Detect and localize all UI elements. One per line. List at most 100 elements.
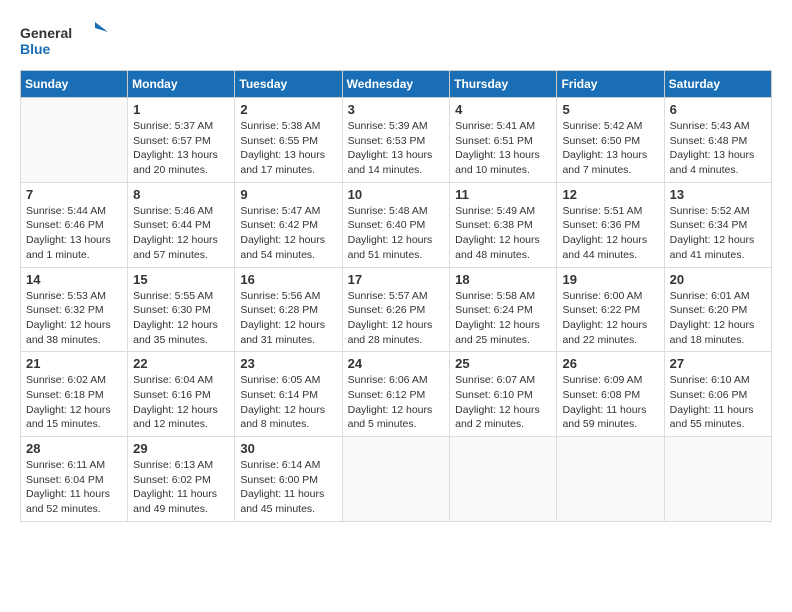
day-detail: Sunrise: 6:14 AM Sunset: 6:00 PM Dayligh… [240, 458, 336, 517]
calendar-week-row: 21 Sunrise: 6:02 AM Sunset: 6:18 PM Dayli… [21, 352, 772, 437]
calendar-cell [342, 437, 450, 522]
day-detail: Sunrise: 6:09 AM Sunset: 6:08 PM Dayligh… [562, 373, 658, 432]
day-detail: Sunrise: 5:52 AM Sunset: 6:34 PM Dayligh… [670, 204, 766, 263]
day-detail: Sunrise: 5:38 AM Sunset: 6:55 PM Dayligh… [240, 119, 336, 178]
day-detail: Sunrise: 6:02 AM Sunset: 6:18 PM Dayligh… [26, 373, 122, 432]
day-detail: Sunrise: 5:58 AM Sunset: 6:24 PM Dayligh… [455, 289, 551, 348]
calendar-cell [21, 98, 128, 183]
day-detail: Sunrise: 6:07 AM Sunset: 6:10 PM Dayligh… [455, 373, 551, 432]
calendar-cell: 18 Sunrise: 5:58 AM Sunset: 6:24 PM Dayli… [450, 267, 557, 352]
logo-svg: General Blue [20, 20, 110, 60]
calendar-week-row: 28 Sunrise: 6:11 AM Sunset: 6:04 PM Dayli… [21, 437, 772, 522]
day-number: 28 [26, 441, 122, 456]
calendar-cell: 15 Sunrise: 5:55 AM Sunset: 6:30 PM Dayli… [128, 267, 235, 352]
day-detail: Sunrise: 6:10 AM Sunset: 6:06 PM Dayligh… [670, 373, 766, 432]
day-number: 27 [670, 356, 766, 371]
day-number: 30 [240, 441, 336, 456]
day-number: 17 [348, 272, 445, 287]
calendar-cell: 17 Sunrise: 5:57 AM Sunset: 6:26 PM Dayli… [342, 267, 450, 352]
calendar-cell: 8 Sunrise: 5:46 AM Sunset: 6:44 PM Daylig… [128, 182, 235, 267]
day-detail: Sunrise: 5:39 AM Sunset: 6:53 PM Dayligh… [348, 119, 445, 178]
calendar-cell: 19 Sunrise: 6:00 AM Sunset: 6:22 PM Dayli… [557, 267, 664, 352]
day-number: 22 [133, 356, 229, 371]
day-detail: Sunrise: 5:55 AM Sunset: 6:30 PM Dayligh… [133, 289, 229, 348]
day-detail: Sunrise: 5:57 AM Sunset: 6:26 PM Dayligh… [348, 289, 445, 348]
day-number: 9 [240, 187, 336, 202]
calendar-cell [664, 437, 771, 522]
day-detail: Sunrise: 5:42 AM Sunset: 6:50 PM Dayligh… [562, 119, 658, 178]
weekday-header: Sunday [21, 71, 128, 98]
day-detail: Sunrise: 5:43 AM Sunset: 6:48 PM Dayligh… [670, 119, 766, 178]
day-detail: Sunrise: 6:05 AM Sunset: 6:14 PM Dayligh… [240, 373, 336, 432]
calendar-cell [450, 437, 557, 522]
day-number: 12 [562, 187, 658, 202]
calendar-cell [557, 437, 664, 522]
day-number: 3 [348, 102, 445, 117]
calendar-cell: 12 Sunrise: 5:51 AM Sunset: 6:36 PM Dayli… [557, 182, 664, 267]
calendar-cell: 28 Sunrise: 6:11 AM Sunset: 6:04 PM Dayli… [21, 437, 128, 522]
day-detail: Sunrise: 5:49 AM Sunset: 6:38 PM Dayligh… [455, 204, 551, 263]
day-detail: Sunrise: 5:47 AM Sunset: 6:42 PM Dayligh… [240, 204, 336, 263]
calendar-cell: 26 Sunrise: 6:09 AM Sunset: 6:08 PM Dayli… [557, 352, 664, 437]
calendar-cell: 1Sunrise: 5:37 AM Sunset: 6:57 PM Daylig… [128, 98, 235, 183]
day-number: 7 [26, 187, 122, 202]
day-number: 24 [348, 356, 445, 371]
calendar-cell: 3 Sunrise: 5:39 AM Sunset: 6:53 PM Daylig… [342, 98, 450, 183]
calendar-cell: 16 Sunrise: 5:56 AM Sunset: 6:28 PM Dayli… [235, 267, 342, 352]
day-detail: Sunrise: 6:00 AM Sunset: 6:22 PM Dayligh… [562, 289, 658, 348]
day-detail: Sunrise: 5:56 AM Sunset: 6:28 PM Dayligh… [240, 289, 336, 348]
day-number: 5 [562, 102, 658, 117]
day-detail: Sunrise: 5:44 AM Sunset: 6:46 PM Dayligh… [26, 204, 122, 263]
day-number: 2 [240, 102, 336, 117]
calendar-cell: 4Sunrise: 5:41 AM Sunset: 6:51 PM Daylig… [450, 98, 557, 183]
calendar-cell: 10 Sunrise: 5:48 AM Sunset: 6:40 PM Dayli… [342, 182, 450, 267]
calendar-cell: 9 Sunrise: 5:47 AM Sunset: 6:42 PM Daylig… [235, 182, 342, 267]
day-number: 19 [562, 272, 658, 287]
calendar-cell: 20 Sunrise: 6:01 AM Sunset: 6:20 PM Dayli… [664, 267, 771, 352]
day-number: 18 [455, 272, 551, 287]
day-number: 16 [240, 272, 336, 287]
weekday-header: Tuesday [235, 71, 342, 98]
day-number: 15 [133, 272, 229, 287]
logo: General Blue [20, 20, 110, 60]
calendar-cell: 14Sunrise: 5:53 AM Sunset: 6:32 PM Dayli… [21, 267, 128, 352]
calendar-cell: 22 Sunrise: 6:04 AM Sunset: 6:16 PM Dayli… [128, 352, 235, 437]
calendar-cell: 27 Sunrise: 6:10 AM Sunset: 6:06 PM Dayli… [664, 352, 771, 437]
day-number: 6 [670, 102, 766, 117]
day-number: 14 [26, 272, 122, 287]
day-number: 4 [455, 102, 551, 117]
day-number: 21 [26, 356, 122, 371]
calendar-cell: 23 Sunrise: 6:05 AM Sunset: 6:14 PM Dayli… [235, 352, 342, 437]
weekday-header: Friday [557, 71, 664, 98]
calendar-week-row: 14Sunrise: 5:53 AM Sunset: 6:32 PM Dayli… [21, 267, 772, 352]
calendar-cell: 29Sunrise: 6:13 AM Sunset: 6:02 PM Dayli… [128, 437, 235, 522]
calendar-week-row: 1Sunrise: 5:37 AM Sunset: 6:57 PM Daylig… [21, 98, 772, 183]
calendar-table: SundayMondayTuesdayWednesdayThursdayFrid… [20, 70, 772, 522]
day-detail: Sunrise: 6:06 AM Sunset: 6:12 PM Dayligh… [348, 373, 445, 432]
day-detail: Sunrise: 6:13 AM Sunset: 6:02 PM Dayligh… [133, 458, 229, 517]
day-number: 25 [455, 356, 551, 371]
page-header: General Blue [20, 20, 772, 60]
day-number: 8 [133, 187, 229, 202]
day-number: 23 [240, 356, 336, 371]
day-number: 10 [348, 187, 445, 202]
day-detail: Sunrise: 6:11 AM Sunset: 6:04 PM Dayligh… [26, 458, 122, 517]
calendar-cell: 30 Sunrise: 6:14 AM Sunset: 6:00 PM Dayli… [235, 437, 342, 522]
day-detail: Sunrise: 6:04 AM Sunset: 6:16 PM Dayligh… [133, 373, 229, 432]
calendar-cell: 21 Sunrise: 6:02 AM Sunset: 6:18 PM Dayli… [21, 352, 128, 437]
calendar-cell: 5 Sunrise: 5:42 AM Sunset: 6:50 PM Daylig… [557, 98, 664, 183]
day-detail: Sunrise: 5:48 AM Sunset: 6:40 PM Dayligh… [348, 204, 445, 263]
weekday-header: Monday [128, 71, 235, 98]
day-detail: Sunrise: 6:01 AM Sunset: 6:20 PM Dayligh… [670, 289, 766, 348]
weekday-header: Saturday [664, 71, 771, 98]
day-number: 20 [670, 272, 766, 287]
day-detail: Sunrise: 5:51 AM Sunset: 6:36 PM Dayligh… [562, 204, 658, 263]
day-detail: Sunrise: 5:37 AM Sunset: 6:57 PM Dayligh… [133, 119, 229, 178]
svg-text:Blue: Blue [20, 41, 51, 57]
day-detail: Sunrise: 5:46 AM Sunset: 6:44 PM Dayligh… [133, 204, 229, 263]
day-number: 26 [562, 356, 658, 371]
calendar-week-row: 7 Sunrise: 5:44 AM Sunset: 6:46 PM Daylig… [21, 182, 772, 267]
weekday-header: Wednesday [342, 71, 450, 98]
calendar-cell: 2 Sunrise: 5:38 AM Sunset: 6:55 PM Daylig… [235, 98, 342, 183]
day-number: 11 [455, 187, 551, 202]
